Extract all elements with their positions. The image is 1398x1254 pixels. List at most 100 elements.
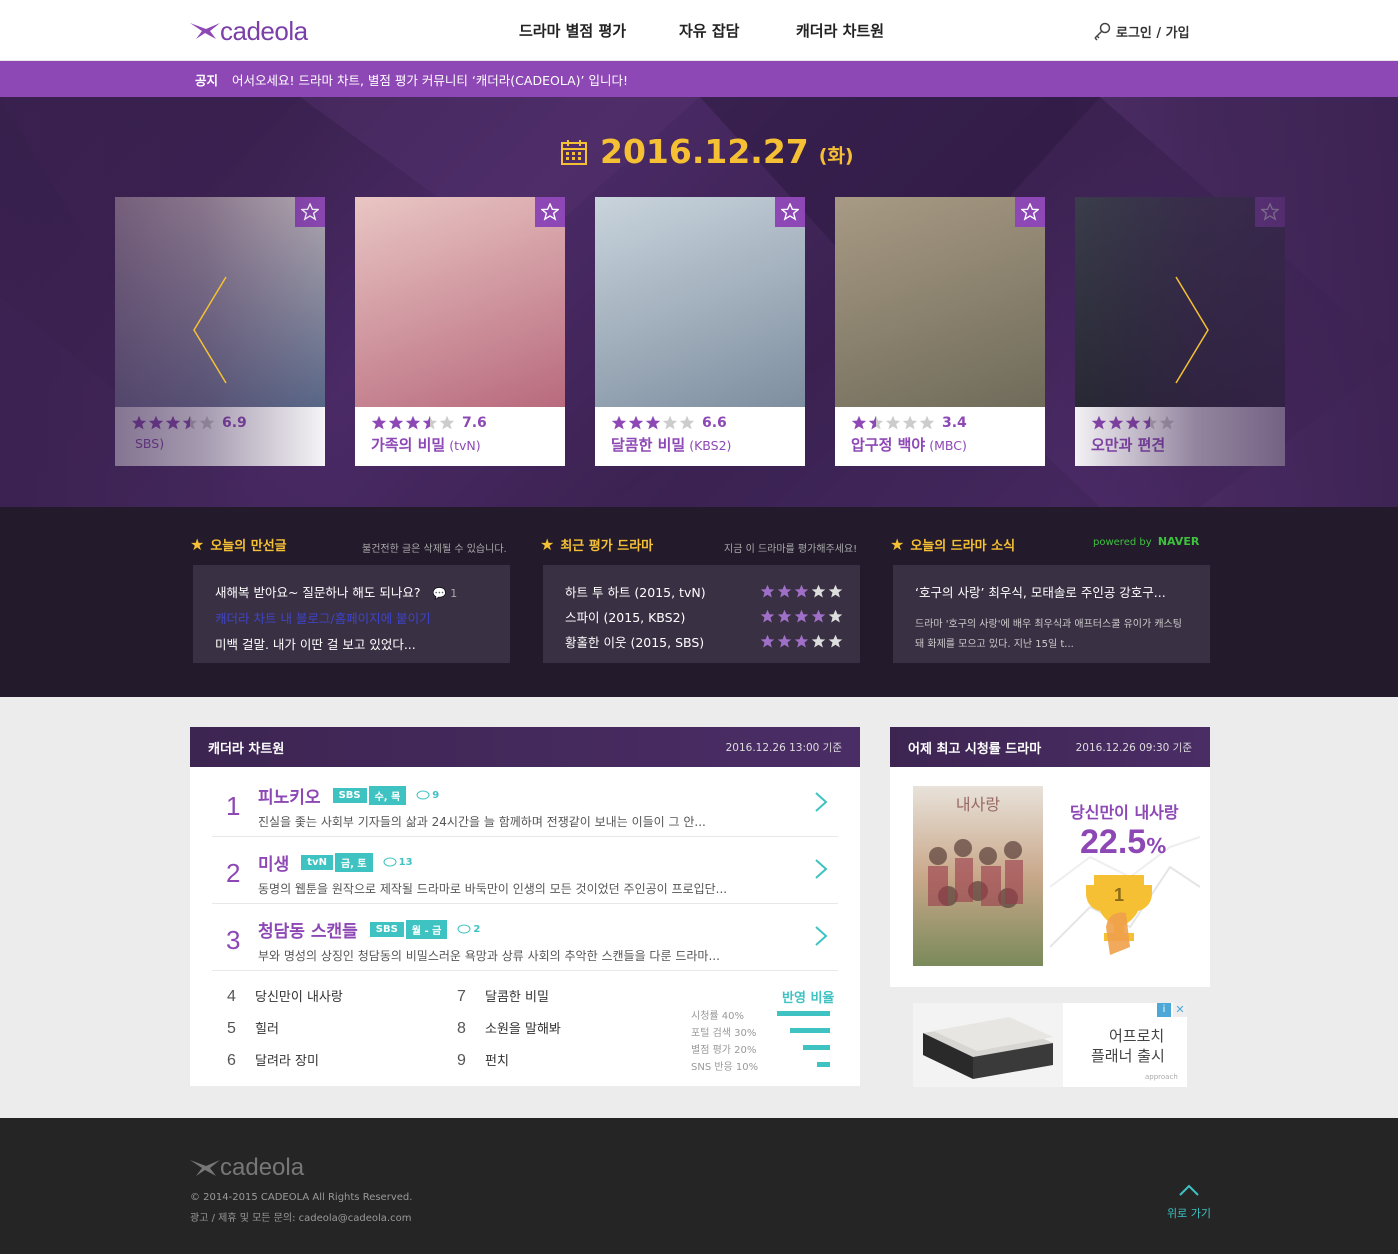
- rank-drama-title: 소원을 말해봐: [485, 1022, 561, 1037]
- drama-title: 가족의 비밀 (tvN): [371, 434, 565, 455]
- star-icon: [811, 634, 826, 648]
- footer-logo[interactable]: cadeola: [190, 1154, 304, 1182]
- today-posts-sub: 불건전한 글은 삭제될 수 있습니다.: [362, 544, 507, 555]
- notice-message[interactable]: 어서오세요! 드라마 차트, 별점 평가 커뮤니티 ‘캐더라(CADEOLA)’…: [232, 70, 628, 89]
- recent-rated-title: 스파이 (2015, KBS2): [565, 610, 686, 625]
- top-rating-drama: 당신만이 내사랑: [1070, 803, 1179, 822]
- star-icon: [422, 415, 438, 430]
- news-headline[interactable]: ‘호구의 사랑’ 최우식, 모태솔로 주인공 강호구...: [915, 582, 1166, 601]
- chart-rank-row[interactable]: 1 피노키오 SBS 수, 목 9 진실을 좇는 사회부 기자들의 삶과 24시간을 늘 …: [212, 771, 838, 837]
- chevron-right-icon[interactable]: [814, 791, 828, 817]
- recent-rated-item[interactable]: 하트 투 하트 (2015, tvN): [565, 582, 843, 601]
- chart-rank-small[interactable]: 8 소원을 말해봐: [457, 1018, 561, 1038]
- rank-drama-title[interactable]: 미생: [258, 855, 289, 875]
- star-icon: [777, 584, 792, 598]
- drama-poster[interactable]: [355, 197, 565, 407]
- rating-unit: %: [1146, 834, 1167, 858]
- favorite-button[interactable]: [775, 197, 805, 227]
- drama-news-box[interactable]: ‘호구의 사랑’ 최우식, 모태솔로 주인공 강호구... 드라마 '호구의 사…: [893, 565, 1210, 663]
- recent-rated-stars[interactable]: [760, 584, 843, 599]
- ad-line-1: 어프로치: [1109, 1027, 1165, 1045]
- copyright: © 2014-2015 CADEOLA All Rights Reserved.: [190, 1192, 413, 1203]
- ad-banner[interactable]: 어프로치 플래너 출시 approach i ✕: [913, 1003, 1187, 1087]
- rating-score: 3.4: [942, 415, 967, 431]
- comment-number: 9: [432, 790, 440, 802]
- drama-poster[interactable]: [835, 197, 1045, 407]
- chart-rank-small[interactable]: 6 달려라 장미: [227, 1050, 319, 1070]
- drama-card[interactable]: 7.6 가족의 비밀 (tvN): [355, 197, 565, 466]
- adchoices-icon[interactable]: i: [1157, 1003, 1171, 1017]
- chart-rank-small[interactable]: 4 당신만이 내사랑: [227, 986, 343, 1006]
- favorite-button[interactable]: [1015, 197, 1045, 227]
- nav-drama-rating[interactable]: 드라마 별점 평가: [519, 20, 626, 41]
- star-icon: [811, 584, 826, 598]
- comment-count: 9: [416, 790, 439, 801]
- chart-rank-small[interactable]: 5 힐러: [227, 1018, 279, 1038]
- rank-number: 9: [457, 1052, 466, 1069]
- recent-rated-heading: ★ 최근 평가 드라마: [540, 535, 653, 554]
- post-item[interactable]: 새해복 받아요~ 질문하나 해도 되나요? 💬 1: [215, 582, 457, 601]
- logo-text: cadeola: [220, 15, 308, 46]
- footer-logo-text: cadeola: [220, 1154, 305, 1181]
- chart-rank-small[interactable]: 7 달콤한 비밀: [457, 986, 549, 1006]
- drama-poster[interactable]: [595, 197, 805, 407]
- drama-card-info: 7.6 가족의 비밀 (tvN): [355, 407, 565, 466]
- nav-chart[interactable]: 캐더라 차트원: [796, 20, 884, 41]
- rank-number: 7: [457, 988, 466, 1005]
- rating-number: 22.5: [1080, 823, 1147, 861]
- star-icon: [919, 415, 935, 430]
- ad-close-icon[interactable]: ✕: [1173, 1003, 1187, 1017]
- channel-tag: SBS: [369, 922, 404, 937]
- rank-number: 5: [227, 1020, 236, 1037]
- chart-rank-small[interactable]: 9 펀치: [457, 1050, 509, 1070]
- nav-free-talk[interactable]: 자유 잡담: [679, 20, 739, 41]
- star-icon: [828, 634, 843, 648]
- back-to-top-label: 위로 가기: [1167, 1207, 1211, 1220]
- header: cadeola 드라마 별점 평가 자유 잡담 캐더라 차트원 로그인 / 가입: [0, 0, 1398, 61]
- drama-title: 달콤한 비밀 (KBS2): [611, 434, 805, 455]
- logo[interactable]: cadeola: [190, 14, 308, 48]
- chart-rank-row[interactable]: 2 미생 tvN 금, 토 13 동명의 웹툰을 원작으로 제작될 드라마로 바둑만이 인…: [212, 838, 838, 904]
- comment-icon: [457, 924, 471, 934]
- card-rating: 3.4: [851, 415, 1045, 431]
- recent-rated-title: 황홀한 이웃 (2015, SBS): [565, 635, 705, 650]
- post-item[interactable]: 캐더라 차트 내 블로그/홈페이지에 붙이기: [215, 608, 431, 627]
- carousel-fade-right: [1060, 97, 1398, 507]
- comment-count: 13: [383, 857, 413, 868]
- star-icon: ★: [890, 535, 905, 554]
- logo-icon: [190, 23, 220, 39]
- channel-tag: SBS: [332, 788, 367, 803]
- notice-label: 공지: [195, 72, 219, 88]
- chart-rank-row[interactable]: 3 청담동 스캔들 SBS 월 - 금 2 부와 명성의 상징인 청담동의 비밀스러운 욕…: [212, 905, 838, 971]
- chevron-right-icon[interactable]: [814, 925, 828, 951]
- star-icon: [777, 634, 792, 648]
- rank-description: 동명의 웹툰을 원작으로 제작될 드라마로 바둑만이 인생의 모든 것이었던 주…: [258, 882, 728, 896]
- top-rating-poster[interactable]: 내사랑: [913, 786, 1043, 966]
- favorite-button[interactable]: [535, 197, 565, 227]
- rank-description: 진실을 좇는 사회부 기자들의 삶과 24시간을 늘 함께하며 전쟁같이 보내는…: [258, 815, 706, 829]
- svg-text:내사랑: 내사랑: [956, 795, 1000, 814]
- ad-line-2: 플래너 출시: [1091, 1047, 1165, 1065]
- star-icon: [794, 634, 809, 648]
- recent-rated-item[interactable]: 황홀한 이웃 (2015, SBS): [565, 632, 843, 651]
- drama-name: 압구정 백야: [851, 436, 926, 454]
- post-item[interactable]: 미백 걸말. 내가 이딴 걸 보고 있었다...: [215, 634, 416, 653]
- recent-rated-stars[interactable]: [760, 609, 843, 624]
- carousel-prev-arrow[interactable]: [190, 275, 230, 389]
- recent-rated-stars[interactable]: [760, 634, 843, 649]
- drama-card[interactable]: 6.6 달콤한 비밀 (KBS2): [595, 197, 805, 466]
- rank-drama-title[interactable]: 청담동 스캔들: [258, 922, 358, 942]
- chevron-right-icon[interactable]: [814, 858, 828, 884]
- rank-drama-title[interactable]: 피노키오: [258, 788, 321, 808]
- back-to-top[interactable]: 위로 가기: [1164, 1182, 1214, 1221]
- login-link[interactable]: 로그인 / 가입: [1092, 21, 1190, 41]
- drama-title: 압구정 백야 (MBC): [851, 434, 1045, 455]
- carousel-next-arrow[interactable]: [1172, 275, 1212, 389]
- star-icon: [885, 415, 901, 430]
- drama-channel: (KBS2): [689, 438, 732, 453]
- star-icon: [405, 415, 421, 430]
- recent-rated-item[interactable]: 스파이 (2015, KBS2): [565, 607, 843, 626]
- ratio-label: SNS 반응 10%: [691, 1062, 759, 1073]
- comment-icon: 💬: [432, 587, 447, 600]
- drama-card[interactable]: 3.4 압구정 백야 (MBC): [835, 197, 1045, 466]
